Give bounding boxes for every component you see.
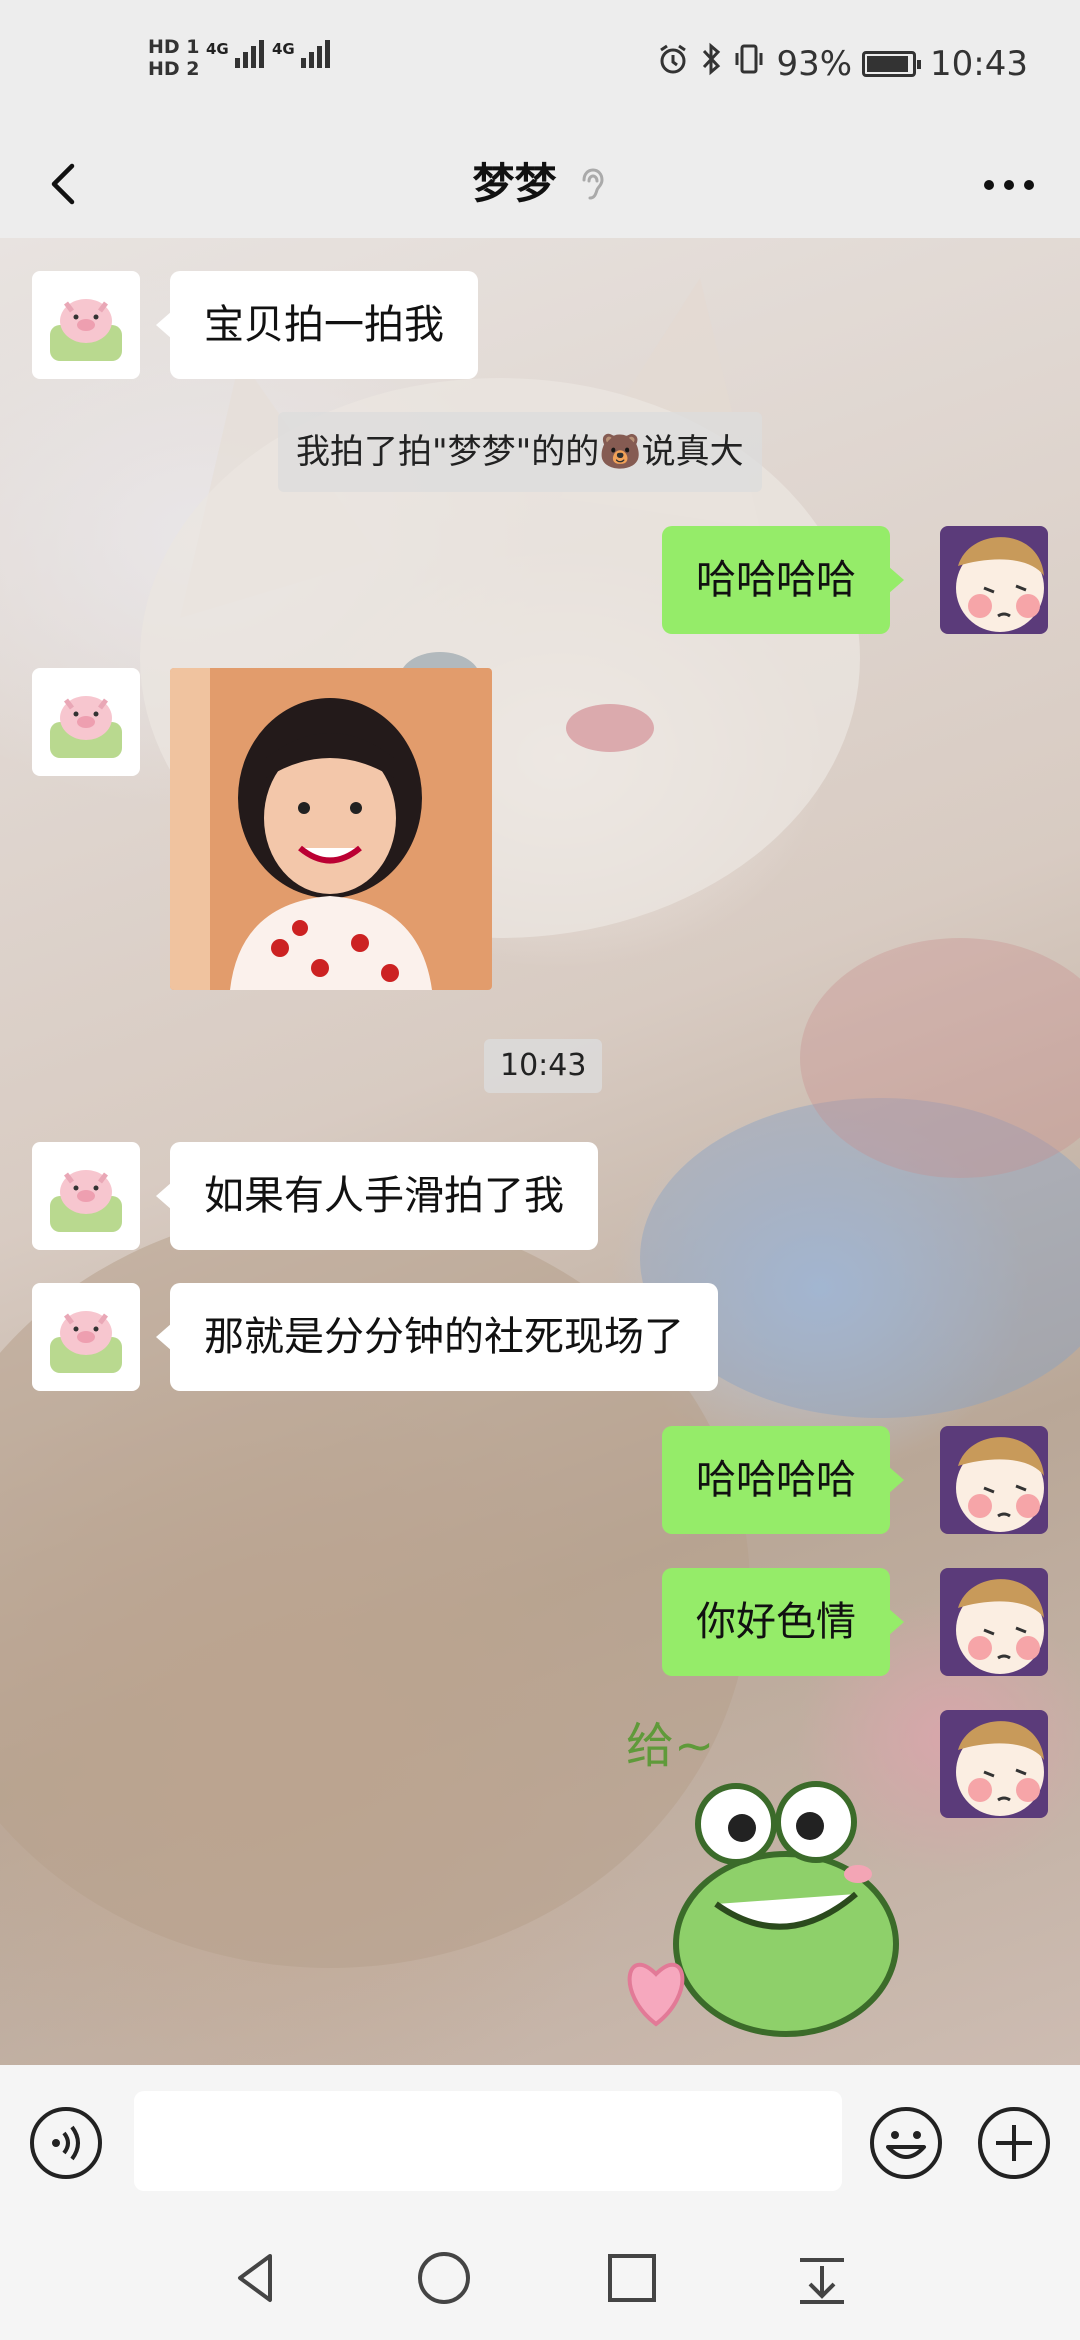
status-bar: HD 1 HD 2 4G 4G 93% 10:43	[0, 0, 1080, 130]
incoming-message-bubble[interactable]: 那就是分分钟的社死现场了	[156, 1283, 718, 1391]
hd1-badge: HD 1	[148, 36, 200, 58]
outgoing-message-bubble[interactable]: 哈哈哈哈	[662, 1426, 904, 1534]
back-triangle-icon[interactable]	[224, 2246, 288, 2310]
outgoing-message-bubble[interactable]: 你好色情	[662, 1568, 904, 1676]
chat-header: 梦梦	[0, 130, 1080, 238]
self-avatar[interactable]	[940, 1426, 1048, 1534]
earpiece-mode-icon	[582, 168, 604, 200]
recents-square-icon[interactable]	[600, 2246, 664, 2310]
system-navigation-bar	[0, 2220, 1080, 2340]
emoji-icon[interactable]	[868, 2105, 944, 2181]
pat-notification: 我拍了拍"梦梦"的的🐻说真大	[278, 412, 762, 492]
message-input[interactable]	[134, 2091, 842, 2191]
battery-percent: 93%	[776, 43, 853, 84]
plus-icon[interactable]	[976, 2105, 1052, 2181]
message-timestamp: 10:43	[484, 1039, 603, 1093]
notification-pull-icon[interactable]	[790, 2246, 854, 2310]
signal-2-icon: 4G	[272, 40, 330, 68]
sticker-caption: 给~	[626, 1718, 714, 1774]
outgoing-message-bubble[interactable]: 哈哈哈哈	[662, 526, 904, 634]
voice-icon[interactable]	[28, 2105, 104, 2181]
signal-1-icon: 4G	[206, 40, 264, 68]
contact-avatar[interactable]	[32, 1142, 140, 1250]
alarm-icon	[656, 42, 690, 85]
clock: 10:43	[930, 43, 1028, 84]
smiling-girl-photo[interactable]	[170, 668, 492, 990]
contact-name-title[interactable]: 梦梦	[472, 159, 556, 208]
home-circle-icon[interactable]	[412, 2246, 476, 2310]
self-avatar[interactable]	[940, 1568, 1048, 1676]
status-right-group: 93% 10:43	[656, 42, 1028, 85]
frog-sticker[interactable]: 给~	[596, 1704, 916, 2044]
self-avatar[interactable]	[940, 526, 1048, 634]
contact-avatar[interactable]	[32, 668, 140, 776]
chat-input-bar	[0, 2065, 1080, 2220]
more-dots-icon[interactable]	[974, 160, 1044, 210]
contact-avatar[interactable]	[32, 271, 140, 379]
network-2-label: 4G	[272, 40, 295, 58]
chat-area[interactable]: 宝贝拍一拍我 我拍了拍"梦梦"的的🐻说真大 哈哈哈哈 10:43 如果有人手滑拍…	[0, 238, 1080, 2065]
title-wrap: 梦梦	[0, 150, 1080, 211]
battery-icon	[862, 50, 922, 77]
hd-indicators: HD 1 HD 2	[148, 36, 200, 80]
bluetooth-icon	[700, 42, 722, 85]
contact-avatar[interactable]	[32, 1283, 140, 1391]
incoming-message-bubble[interactable]: 宝贝拍一拍我	[156, 271, 478, 379]
hd2-badge: HD 2	[148, 58, 200, 80]
self-avatar[interactable]	[940, 1710, 1048, 1818]
network-1-label: 4G	[206, 40, 229, 58]
vibrate-icon	[732, 42, 766, 85]
incoming-message-bubble[interactable]: 如果有人手滑拍了我	[156, 1142, 598, 1250]
